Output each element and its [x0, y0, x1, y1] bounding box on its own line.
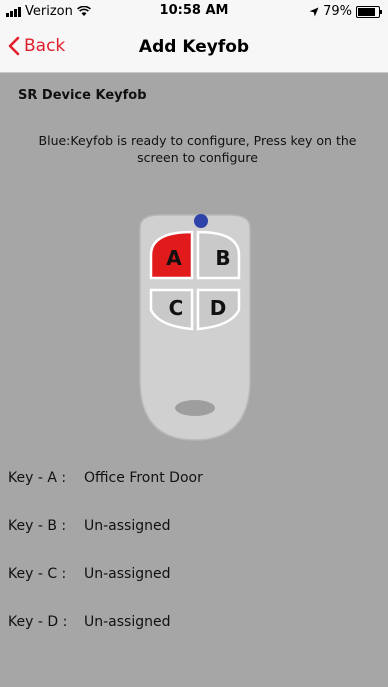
key-row-label: Key - A : [8, 470, 67, 486]
key-row-label: Key - C : [8, 566, 67, 582]
keyfob-graphic: A B C D [120, 210, 270, 450]
key-b-label: B [215, 246, 230, 270]
keyring-hole [175, 400, 215, 416]
key-a-label: A [166, 246, 182, 270]
keyfob-svg: A B C D [139, 214, 251, 441]
key-row-value: Un-assigned [84, 518, 171, 534]
key-a-row: Key - A : Office Front Door [8, 470, 203, 518]
key-row-label: Key - B : [8, 518, 67, 534]
key-d-row: Key - D : Un-assigned [8, 614, 203, 662]
key-c-label: C [169, 296, 184, 320]
key-d-label: D [210, 296, 227, 320]
key-c-row: Key - C : Un-assigned [8, 566, 203, 614]
device-title: SR Device Keyfob [18, 88, 147, 103]
battery-group: 79% [309, 4, 382, 19]
status-indicator-led [194, 214, 208, 228]
page-title: Add Keyfob [138, 37, 250, 57]
location-arrow-icon [309, 7, 319, 16]
key-b-row: Key - B : Un-assigned [8, 518, 203, 566]
status-bar: Verizon 10:58 AM 79% [0, 0, 388, 22]
navigation-bar: Back Add Keyfob [0, 22, 388, 73]
battery-icon [356, 5, 382, 18]
battery-percent: 79% [323, 4, 352, 19]
key-row-value: Un-assigned [84, 566, 171, 582]
instructions-text: Blue:Keyfob is ready to configure, Press… [38, 133, 357, 165]
key-row-value: Un-assigned [84, 614, 171, 630]
key-assignment-list: Key - A : Office Front Door Key - B : Un… [8, 470, 203, 662]
key-row-value: Office Front Door [84, 470, 203, 486]
key-row-label: Key - D : [8, 614, 68, 630]
